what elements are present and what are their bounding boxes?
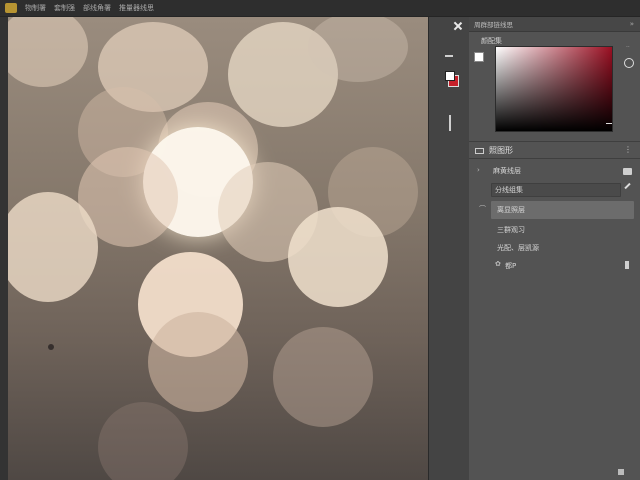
bokeh-light xyxy=(308,17,408,82)
layer-row-1[interactable]: › 麻黄线层 xyxy=(469,163,640,181)
layer-row-label: 三群观习 xyxy=(497,226,525,234)
foreground-color-swatch[interactable] xyxy=(445,71,455,81)
layer-row-label: 离显照层 xyxy=(497,206,525,214)
collapse-icon[interactable] xyxy=(445,55,453,57)
panel-header: 周群部链线思 » xyxy=(469,17,640,32)
top-menu-bar: 物制署 套制强 部线角署 推量器线思 xyxy=(0,0,640,17)
image-canvas[interactable] xyxy=(8,17,428,480)
layer-row-label: 都P xyxy=(505,262,517,270)
layers-title: 照图形 xyxy=(489,146,513,155)
bokeh-light xyxy=(8,192,98,302)
picker-dots-icon[interactable]: ·· xyxy=(626,44,630,51)
layers-tab-icon[interactable] xyxy=(475,148,484,154)
bokeh-light xyxy=(288,207,388,307)
color-section: 颜配集 ·· xyxy=(469,32,640,142)
layers-more-icon[interactable]: ⋮ xyxy=(624,145,632,154)
panel-menu-icon[interactable]: » xyxy=(630,20,634,28)
layer-row-5[interactable]: 光配、层凯源 xyxy=(469,239,640,257)
dust-spot xyxy=(48,344,54,350)
panel-resize-handle[interactable] xyxy=(449,115,451,131)
layers-section: 照图形 ⋮ › 麻黄线层 分线组集 ⌒ 离显照层 三群观习 光配、层凯源 ✿ 都… xyxy=(469,141,640,480)
layer-row-label: 麻黄线层 xyxy=(493,167,521,175)
resize-corner-icon[interactable] xyxy=(618,469,624,475)
menu-item-1[interactable]: 物制署 xyxy=(25,3,46,13)
picker-cursor[interactable] xyxy=(606,123,612,128)
close-icon[interactable] xyxy=(453,21,463,31)
layer-row-label: 分线组集 xyxy=(495,186,523,194)
app-logo-icon[interactable] xyxy=(5,3,17,13)
left-gutter xyxy=(0,17,8,480)
chain-icon: ⌒ xyxy=(479,205,486,213)
layer-thumb-icon[interactable] xyxy=(623,168,632,175)
layer-row-label: 光配、层凯源 xyxy=(497,244,539,252)
layer-row-6[interactable]: ✿ 都P xyxy=(469,257,640,275)
bokeh-light xyxy=(148,312,248,412)
gear-icon[interactable]: ✿ xyxy=(495,260,501,268)
color-swatches[interactable] xyxy=(445,71,459,87)
picker-settings-icon[interactable] xyxy=(624,58,634,68)
layer-row-4[interactable]: 三群观习 xyxy=(469,221,640,239)
menu-item-4[interactable]: 推量器线思 xyxy=(119,3,154,13)
bokeh-light xyxy=(8,17,88,87)
layer-row-2[interactable]: 分线组集 xyxy=(469,181,640,199)
menu-item-3[interactable]: 部线角署 xyxy=(83,3,111,13)
pencil-icon[interactable] xyxy=(624,182,631,190)
color-section-label: 颜配集 xyxy=(481,37,502,45)
menu-item-2[interactable]: 套制强 xyxy=(54,3,75,13)
color-picker-field[interactable] xyxy=(495,46,613,132)
divider xyxy=(469,158,640,159)
trash-icon[interactable] xyxy=(625,261,629,269)
expand-icon[interactable]: › xyxy=(477,166,480,174)
bokeh-light xyxy=(273,327,373,427)
foreground-chip[interactable] xyxy=(474,52,484,62)
layer-row-3[interactable]: ⌒ 离显照层 xyxy=(469,201,640,219)
right-panel: 周群部链线思 » 颜配集 ·· 照图形 ⋮ › 麻黄线层 分线组集 ⌒ 离显照层… xyxy=(469,17,640,480)
bokeh-light xyxy=(98,402,188,480)
tool-strip xyxy=(428,17,470,480)
panel-title: 周群部链线思 xyxy=(474,21,513,29)
